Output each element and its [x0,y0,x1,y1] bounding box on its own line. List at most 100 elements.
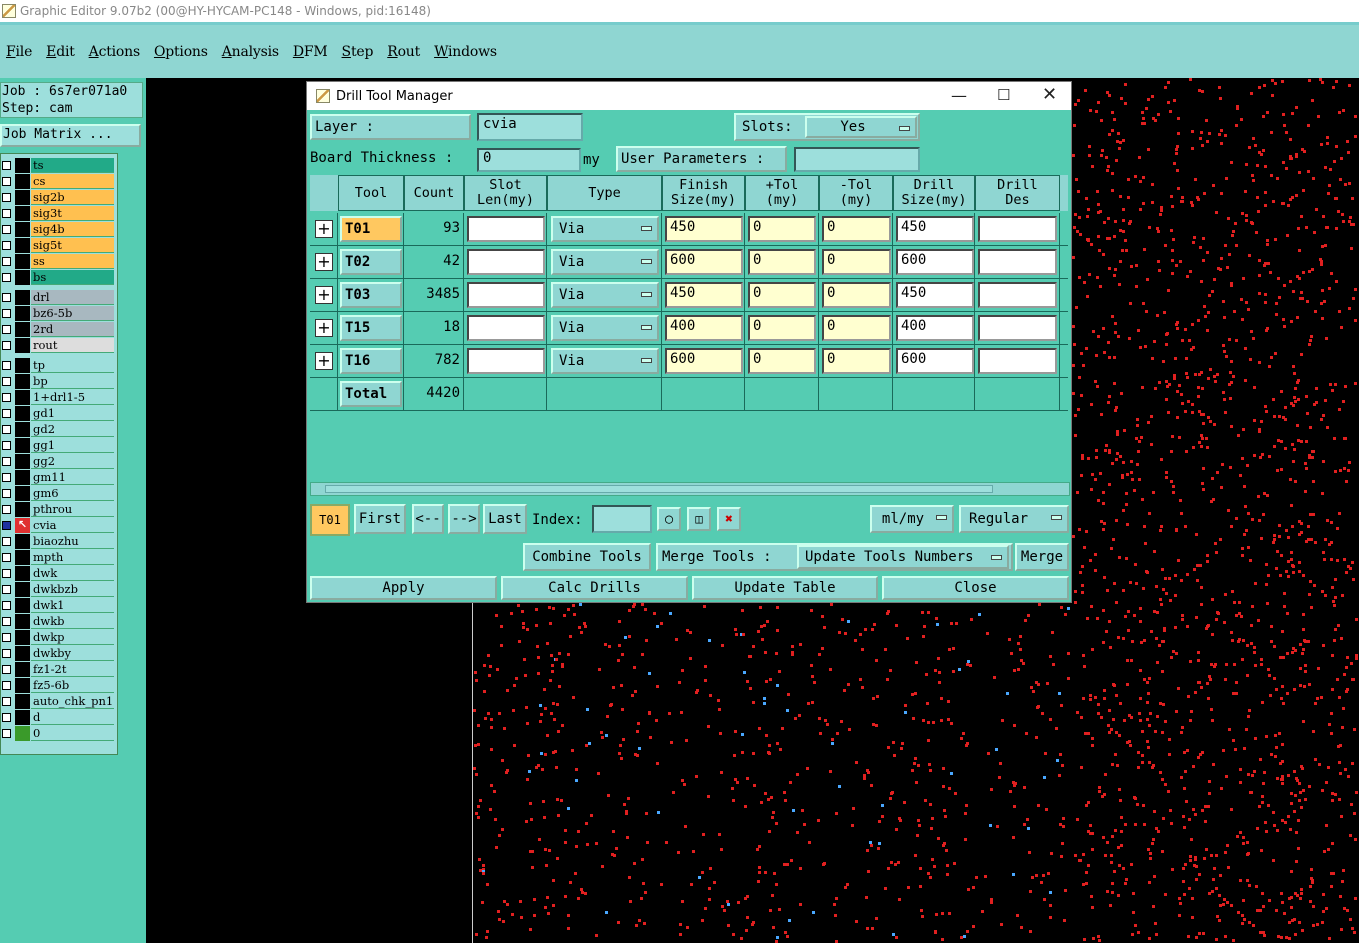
layer-checkbox[interactable] [2,425,11,434]
layer-checkbox[interactable] [2,441,11,450]
layer-name[interactable]: dwk [31,566,114,581]
column-header[interactable]: Count [404,175,464,211]
drill-size-field[interactable]: 450 [896,216,974,242]
layer-name[interactable]: gg2 [31,454,114,469]
graphic-canvas[interactable] [473,603,1072,943]
expand-icon[interactable]: + [315,319,333,337]
expand-icon[interactable]: + [315,253,333,271]
layer-color-swatch[interactable] [15,694,30,709]
layer-row[interactable]: cs [1,174,117,189]
menu-item-file[interactable]: File [6,44,32,60]
slot-length-field[interactable] [467,348,545,374]
layer-checkbox[interactable] [2,325,11,334]
layer-row[interactable]: dwk [1,566,117,581]
column-header[interactable]: Finish Size(my) [662,175,745,211]
layer-row[interactable]: bp [1,374,117,389]
layer-checkbox[interactable] [2,341,11,350]
tool-button[interactable]: T01 [340,216,402,242]
finish-size-field[interactable]: 450 [665,282,743,308]
layer-name[interactable]: pthrou [31,502,114,517]
layer-color-swatch[interactable] [15,190,30,205]
plus-tol-field[interactable]: 0 [748,249,816,275]
layer-name[interactable]: sig4b [31,222,114,237]
delete-icon[interactable]: ✖ [717,507,741,531]
layer-row[interactable]: gd1 [1,406,117,421]
layer-row[interactable]: sig2b [1,190,117,205]
layer-name[interactable]: dwk1 [31,598,114,613]
layer-color-swatch[interactable] [15,630,30,645]
plus-tol-field[interactable]: 0 [748,348,816,374]
layer-color-swatch[interactable] [15,710,30,725]
layer-color-swatch[interactable] [15,438,30,453]
finish-size-field[interactable]: 600 [665,249,743,275]
layer-color-swatch[interactable] [15,358,30,373]
layer-checkbox[interactable] [2,257,11,266]
layer-row[interactable]: dwk1 [1,598,117,613]
layer-checkbox[interactable] [2,393,11,402]
column-header[interactable]: Drill Des [975,175,1060,211]
select-icon[interactable]: ◫ [687,507,711,531]
layer-checkbox[interactable] [2,377,11,386]
layer-checkbox[interactable] [2,601,11,610]
minus-tol-field[interactable]: 0 [822,216,891,242]
layer-name[interactable]: gm6 [31,486,114,501]
layer-color-swatch[interactable] [15,550,30,565]
column-header[interactable]: Tool [338,175,404,211]
layer-row[interactable]: dwkbzb [1,582,117,597]
layer-name[interactable]: tp [31,358,114,373]
layer-color-swatch[interactable] [15,254,30,269]
layer-color-swatch[interactable] [15,502,30,517]
drill-size-field[interactable]: 600 [896,348,974,374]
lightbulb-icon[interactable]: ◯ [657,507,681,531]
layer-name[interactable]: rout [31,338,114,353]
minus-tol-field[interactable]: 0 [822,315,891,341]
type-dropdown[interactable]: Via [551,348,659,374]
menu-item-windows[interactable]: Windows [434,44,497,60]
layer-color-swatch[interactable] [15,726,30,741]
menu-item-rout[interactable]: Rout [387,44,420,60]
layer-color-swatch[interactable] [15,222,30,237]
slots-dropdown[interactable]: Yes [805,116,917,138]
layer-color-swatch[interactable] [15,290,30,305]
layer-checkbox[interactable] [2,697,11,706]
first-button[interactable]: First [354,504,406,534]
layer-color-swatch[interactable] [15,422,30,437]
layer-checkbox[interactable] [2,473,11,482]
layer-name[interactable]: d [31,710,114,725]
layer-color-swatch[interactable] [15,470,30,485]
layer-color-swatch[interactable] [15,374,30,389]
column-header[interactable]: Slot Len(my) [464,175,547,211]
layer-checkbox[interactable] [2,309,11,318]
tool-button[interactable]: T15 [340,315,402,341]
finish-size-field[interactable]: 450 [665,216,743,242]
horizontal-scrollbar[interactable] [310,482,1070,496]
layer-checkbox[interactable] [2,161,11,170]
column-header[interactable]: -Tol (my) [819,175,893,211]
layer-checkbox[interactable] [2,293,11,302]
layer-row[interactable]: fz1-2t [1,662,117,677]
layer-row[interactable]: ↖ cvia [1,518,117,533]
layer-color-swatch[interactable] [15,158,30,173]
menu-item-step[interactable]: Step [342,44,374,60]
layer-checkbox[interactable] [2,193,11,202]
layer-color-swatch[interactable] [15,238,30,253]
layer-color-swatch[interactable] [15,582,30,597]
finish-size-field[interactable]: 400 [665,315,743,341]
layer-checkbox[interactable] [2,617,11,626]
menu-item-dfm[interactable]: DFM [293,44,328,60]
layer-row[interactable]: ss [1,254,117,269]
column-header[interactable]: +Tol (my) [745,175,819,211]
board-thickness-field[interactable]: 0 [477,148,581,172]
drill-size-field[interactable]: 450 [896,282,974,308]
layer-name[interactable]: gd2 [31,422,114,437]
units-dropdown[interactable]: ml/my [870,505,954,533]
layer-name[interactable]: fz1-2t [31,662,114,677]
layer-name[interactable]: sig3t [31,206,114,221]
slot-length-field[interactable] [467,216,545,242]
layer-row[interactable]: tp [1,358,117,373]
layer-row[interactable]: 1+drl1-5 [1,390,117,405]
tool-button[interactable]: T03 [340,282,402,308]
layer-name[interactable]: sig5t [31,238,114,253]
layer-checkbox[interactable] [2,633,11,642]
minimize-icon[interactable]: — [951,86,967,105]
